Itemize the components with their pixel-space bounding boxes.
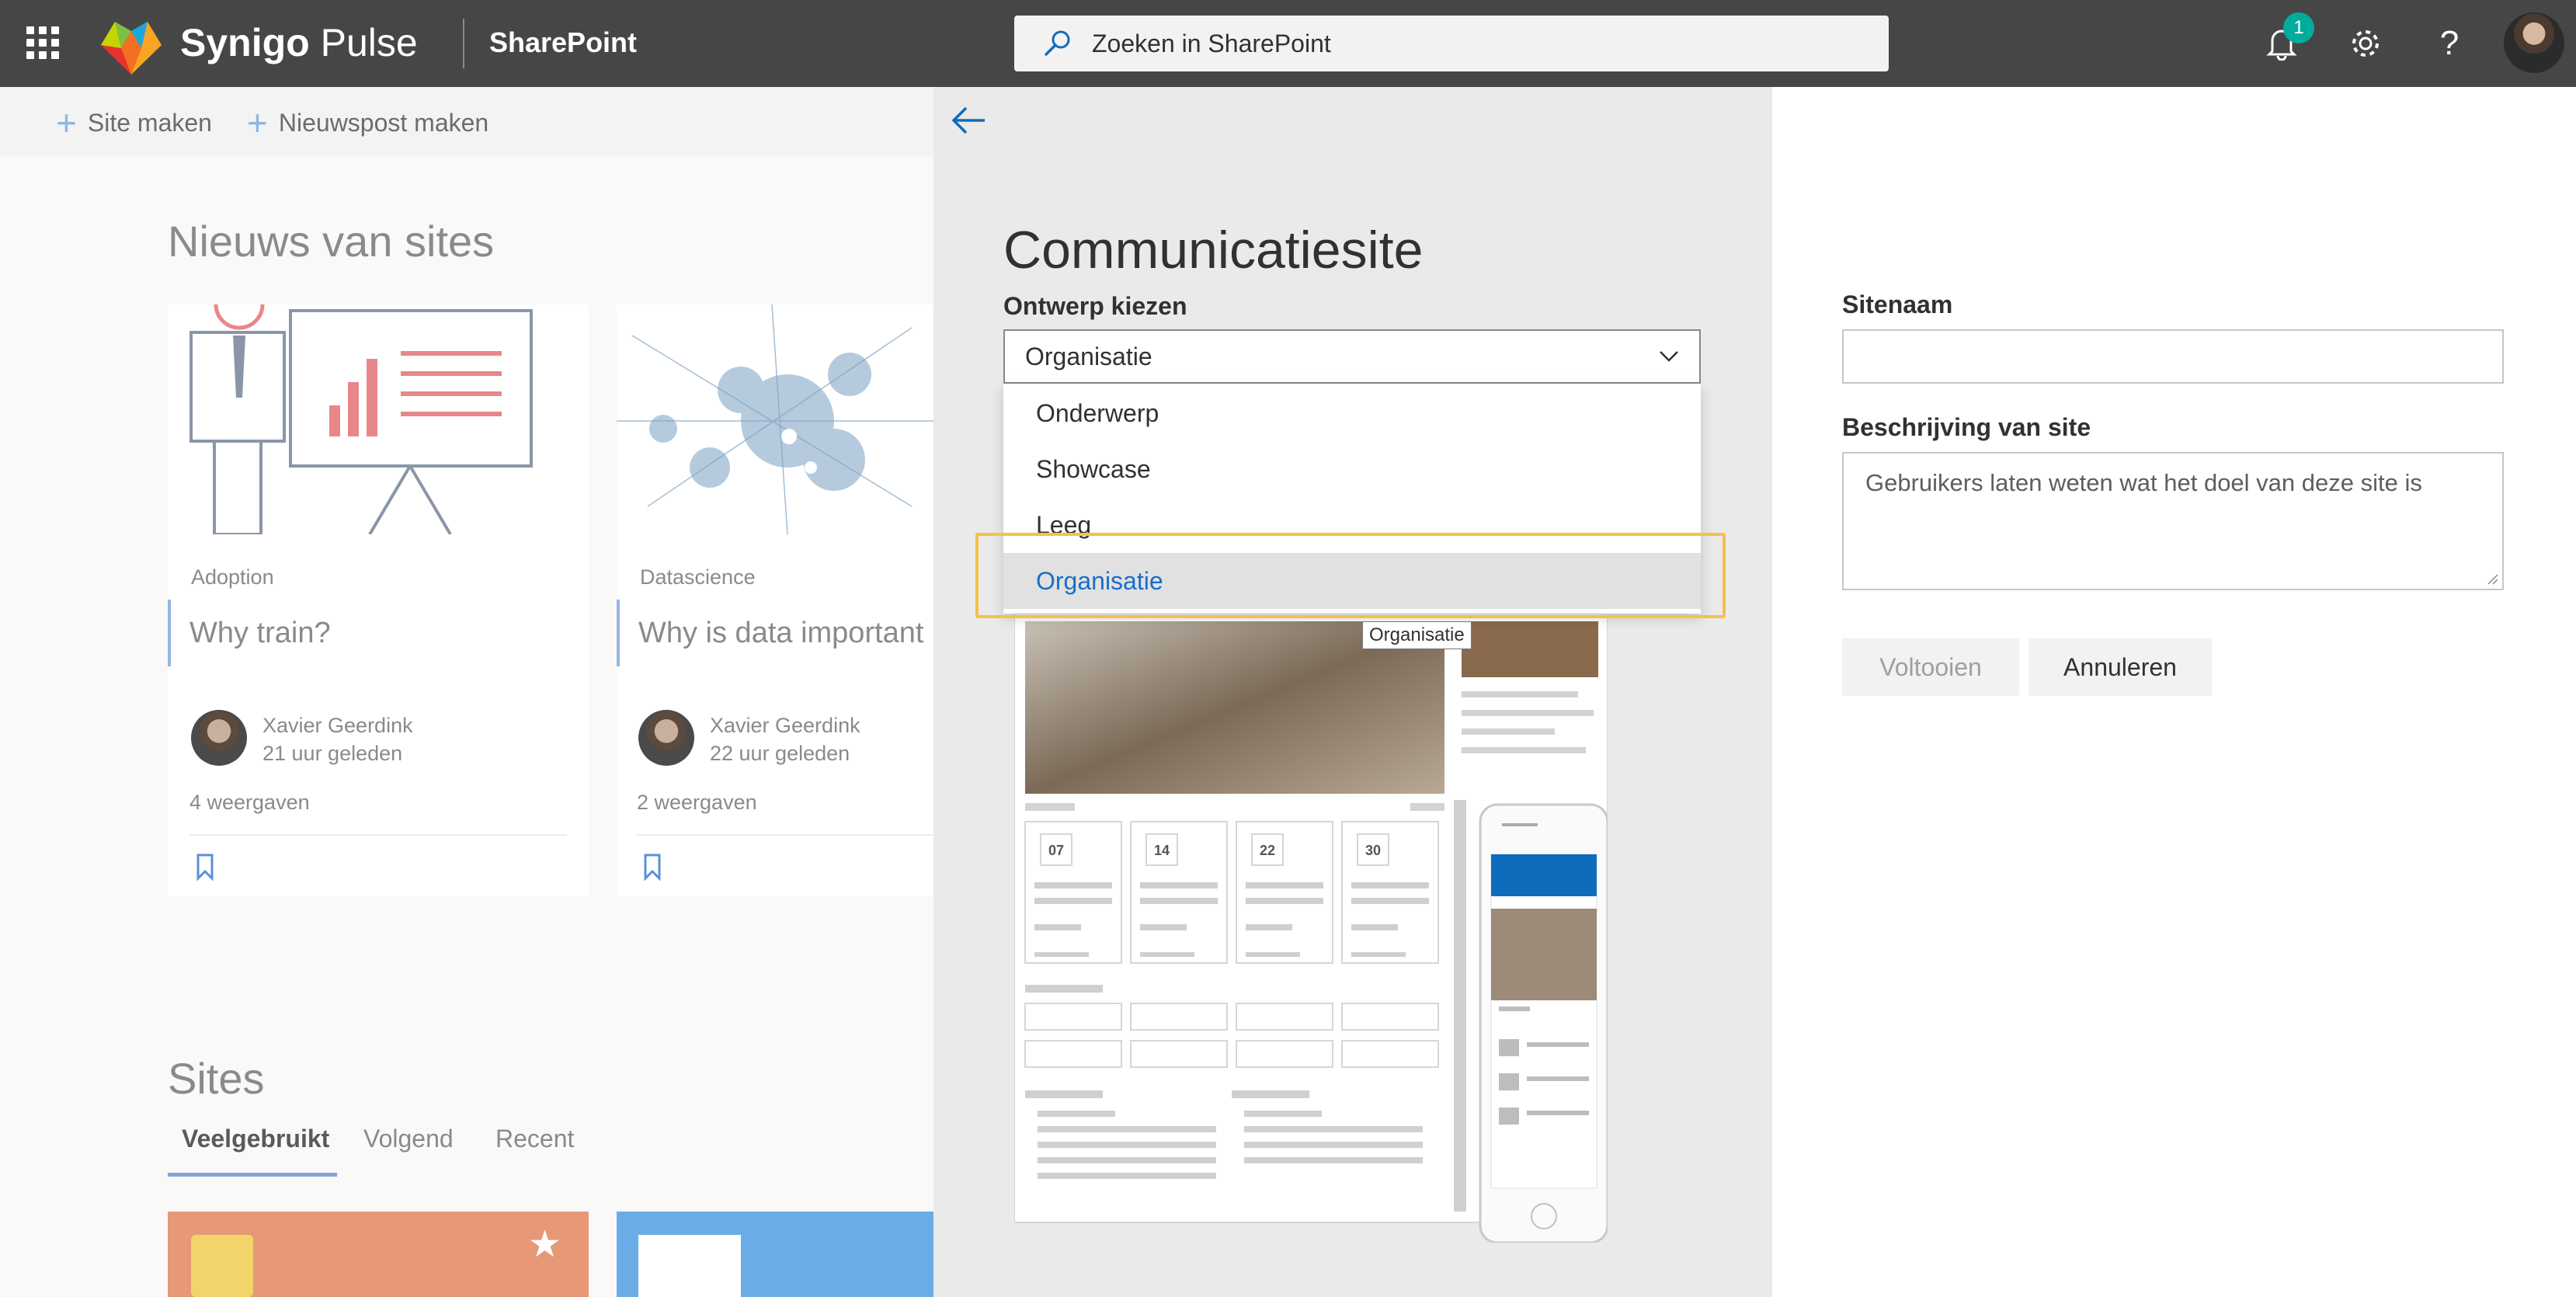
create-site-button[interactable]: + Site maken [56,104,212,141]
post-time: 21 uur geleden [262,742,403,765]
card-divider [637,834,933,836]
active-tab-underline [168,1173,337,1177]
chevron-down-icon [1660,351,1678,362]
plus-icon: + [56,103,77,143]
option-tooltip: Organisatie [1362,621,1472,649]
news-card[interactable]: Datascience Why is data important Xavier… [617,304,933,896]
app-launcher-icon[interactable] [26,26,59,59]
description-textarea[interactable]: Gebruikers laten weten wat het doel van … [1842,452,2504,590]
star-icon[interactable]: ★ [528,1222,561,1266]
bookmark-icon[interactable] [196,853,214,881]
post-time: 22 uur geleden [710,742,850,765]
settings-button[interactable] [2342,20,2389,67]
search-placeholder: Zoeken in SharePoint [1092,29,1331,57]
site-name-input[interactable] [1842,329,2504,384]
author-photo [638,710,694,766]
finish-button[interactable]: Voltooien [1842,638,2019,696]
author-name: Xavier Geerdink [710,714,860,737]
avatar[interactable] [2504,12,2564,73]
design-label: Ontwerp kiezen [1003,292,1187,320]
cancel-button[interactable]: Annuleren [2028,638,2212,696]
card-divider [189,834,567,836]
plus-icon: + [247,103,268,143]
help-button[interactable]: ? [2426,20,2473,67]
search-icon [1045,30,1070,56]
site-card[interactable]: ★ [168,1212,589,1297]
back-arrow-icon[interactable] [949,101,988,140]
author-info: Xavier Geerdink 22 uur geleden [710,711,860,767]
option-showcase[interactable]: Showcase [1003,441,1701,497]
card-category: Adoption [191,565,274,589]
synigo-logo[interactable] [98,14,165,76]
card-title[interactable]: Why is data important [617,600,952,666]
brand-name-main: Synigo [180,21,310,64]
sites-heading: Sites [168,1054,265,1103]
preview-date: 30 [1365,843,1381,858]
organization-template-preview: 07 14 22 30 [1014,614,1608,1243]
description-placeholder: Gebruikers laten weten wat het doel van … [1865,469,2422,496]
create-news-button[interactable]: + Nieuwspost maken [247,104,488,141]
panel-title: Communicatiesite [1003,221,1424,280]
author-photo [191,710,247,766]
tab-frequent[interactable]: Veelgebruikt [182,1125,329,1153]
view-count: 2 weergaven [637,791,757,814]
card-category: Datascience [640,565,756,589]
tab-recent[interactable]: Recent [495,1125,574,1153]
option-onderwerp[interactable]: Onderwerp [1003,385,1701,441]
design-select-value: Organisatie [1025,342,1152,370]
site-card[interactable] [617,1212,933,1297]
news-heading: Nieuws van sites [168,217,495,266]
create-site-label: Site maken [87,108,212,137]
brand-name[interactable]: Synigo Pulse [180,16,418,70]
design-select[interactable]: Organisatie [1003,329,1701,384]
presentation-illustration [168,304,589,534]
gear-icon [2352,30,2379,57]
search-box[interactable]: Zoeken in SharePoint [1014,16,1889,71]
highlight-box [975,533,1726,618]
description-label: Beschrijving van site [1842,413,2091,441]
site-name-label: Sitenaam [1842,290,1953,318]
brand-name-suffix: Pulse [320,21,418,64]
product-name[interactable]: SharePoint [489,23,637,62]
card-title[interactable]: Why train? [168,600,331,666]
news-card[interactable]: Adoption Why train? Xavier Geerdink 21 u… [168,304,589,896]
network-illustration [617,304,933,534]
resize-handle-icon[interactable] [2487,573,2499,586]
brand-divider [463,19,464,68]
notification-badge: 1 [2283,12,2314,43]
author-name: Xavier Geerdink [262,714,413,737]
site-logo [191,1235,253,1297]
author-info: Xavier Geerdink 21 uur geleden [262,711,413,767]
view-count: 4 weergaven [189,791,310,814]
bookmark-icon[interactable] [643,853,662,881]
tab-following[interactable]: Volgend [363,1125,454,1153]
preview-date: 14 [1154,843,1170,858]
preview-date: 22 [1260,843,1275,858]
preview-date: 07 [1048,843,1064,858]
create-news-label: Nieuwspost maken [278,108,489,137]
site-logo [638,1235,741,1297]
